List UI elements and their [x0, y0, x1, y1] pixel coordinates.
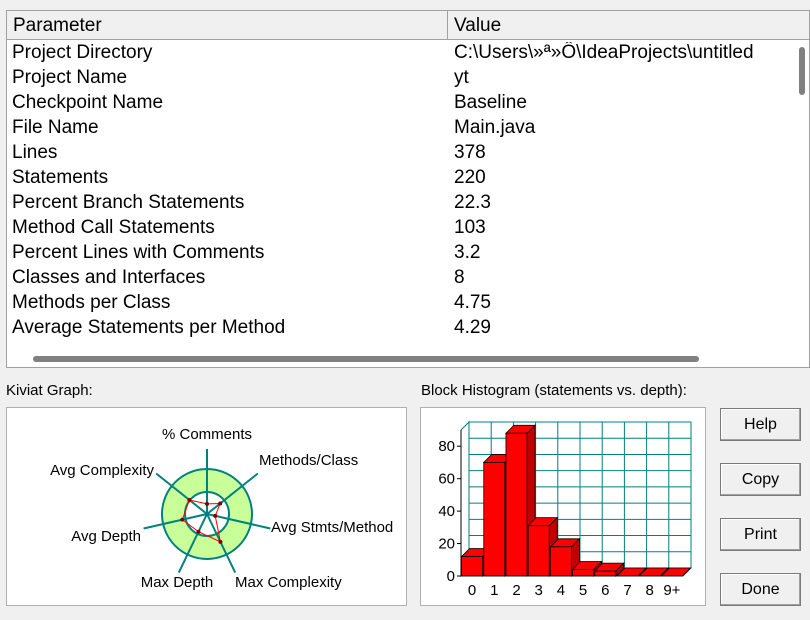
column-header-parameter[interactable]: Parameter: [7, 11, 448, 40]
parameter-cell: Percent Branch Statements: [12, 192, 245, 213]
parameter-cell: Methods per Class: [12, 292, 171, 313]
kiviat-label: Kiviat Graph:: [6, 382, 93, 399]
parameter-cell: Project Directory: [12, 42, 153, 63]
table-row[interactable]: File Name Main.java: [7, 116, 797, 141]
parameter-cell: Percent Lines with Comments: [12, 242, 265, 263]
column-header-value[interactable]: Value: [448, 11, 809, 40]
kiviat-axis-label: Avg Complexity: [50, 462, 154, 479]
horizontal-scrollbar[interactable]: [33, 356, 699, 362]
table-row[interactable]: Percent Lines with Comments 3.2: [7, 241, 797, 266]
kiviat-axis-label: Max Complexity: [235, 574, 342, 591]
table-row[interactable]: Percent Branch Statements 22.3: [7, 191, 797, 216]
x-tick-label: 8: [646, 582, 654, 599]
kiviat-point: [213, 513, 218, 518]
kiviat-point: [196, 529, 201, 534]
histogram-label: Block Histogram (statements vs. depth):: [421, 382, 687, 399]
help-button[interactable]: Help: [720, 408, 801, 441]
metrics-table[interactable]: Parameter Value Project Directory C:\User…: [6, 10, 810, 368]
kiviat-point: [205, 501, 209, 506]
kiviat-axis-label: Methods/Class: [259, 452, 358, 469]
kiviat-point: [180, 517, 185, 522]
done-button[interactable]: Done: [720, 573, 801, 606]
table-row[interactable]: Average Statements per Method 4.29: [7, 316, 797, 341]
parameter-cell: Checkpoint Name: [12, 92, 164, 113]
x-tick-label: 6: [601, 582, 609, 599]
parameter-cell: Statements: [12, 167, 109, 188]
kiviat-point: [218, 539, 223, 544]
y-tick-label: 60: [438, 471, 455, 488]
kiviat-axis-label: Max Depth: [141, 574, 214, 591]
value-cell: C:\Users\»ª»Ô\IdeaProjects\untitled: [454, 42, 754, 63]
table-row[interactable]: Checkpoint Name Baseline: [7, 91, 797, 116]
kiviat-svg: % Comments Methods/Class Avg Stmts/Method M…: [50, 426, 393, 591]
table-body: Project Directory C:\Users\»ª»Ô\IdeaProje…: [7, 41, 797, 341]
kiviat-graph: % Comments Methods/Class Avg Stmts/Method M…: [6, 407, 407, 606]
parameter-cell: Project Name: [12, 67, 128, 88]
kiviat-point: [187, 497, 192, 502]
table-row[interactable]: Method Call Statements 103: [7, 216, 797, 241]
table-row[interactable]: Statements 220: [7, 166, 797, 191]
x-tick-label: 0: [468, 582, 476, 599]
parameter-cell: Method Call Statements: [12, 217, 215, 238]
value-cell: 4.75: [454, 292, 491, 313]
kiviat-axis-label: Avg Stmts/Method: [271, 519, 393, 536]
table-row[interactable]: Classes and Interfaces 8: [7, 266, 797, 291]
table-row[interactable]: Lines 378: [7, 141, 797, 166]
value-cell: 378: [454, 142, 486, 163]
y-tick-label: 20: [438, 536, 455, 553]
x-tick-label: 4: [557, 582, 565, 599]
value-cell: 22.3: [454, 192, 491, 213]
x-tick-label: 9+: [663, 582, 680, 599]
y-tick-label: 0: [447, 568, 455, 585]
table-header: Parameter Value: [7, 11, 809, 40]
parameter-cell: Lines: [12, 142, 58, 163]
vertical-scrollbar[interactable]: [799, 47, 805, 95]
value-cell: Baseline: [454, 92, 527, 113]
table-row[interactable]: Project Name yt: [7, 66, 797, 91]
value-cell: 103: [454, 217, 486, 238]
kiviat-axis-label: Avg Depth: [71, 528, 141, 545]
parameter-cell: Classes and Interfaces: [12, 267, 206, 288]
parameter-cell: File Name: [12, 117, 99, 138]
value-cell: 220: [454, 167, 486, 188]
value-cell: 3.2: [454, 242, 481, 263]
histogram-svg: 0204060800 1 2 3 4 5 6 7 8 9+: [438, 420, 693, 599]
copy-button[interactable]: Copy: [720, 463, 801, 496]
print-button[interactable]: Print: [720, 518, 801, 551]
kiviat-axis-label: % Comments: [162, 426, 252, 443]
parameter-cell: Average Statements per Method: [12, 317, 286, 338]
value-cell: 4.29: [454, 317, 491, 338]
table-row[interactable]: Methods per Class 4.75: [7, 291, 797, 316]
x-tick-label: 5: [579, 582, 587, 599]
x-tick-label: 3: [535, 582, 543, 599]
value-cell: Main.java: [454, 117, 536, 138]
block-histogram: 0 20 40 60 80 0 1 2 3 4 5 6 7 8 9+: [420, 407, 706, 606]
x-tick-label: 1: [490, 582, 498, 599]
y-tick-label: 40: [438, 503, 455, 520]
y-tick-label: 80: [438, 438, 455, 455]
x-tick-label: 7: [623, 582, 631, 599]
table-row[interactable]: Project Directory C:\Users\»ª»Ô\IdeaProje…: [7, 41, 797, 66]
kiviat-point: [218, 501, 223, 506]
value-cell: yt: [454, 67, 469, 88]
x-tick-label: 2: [512, 582, 520, 599]
value-cell: 8: [454, 267, 465, 288]
